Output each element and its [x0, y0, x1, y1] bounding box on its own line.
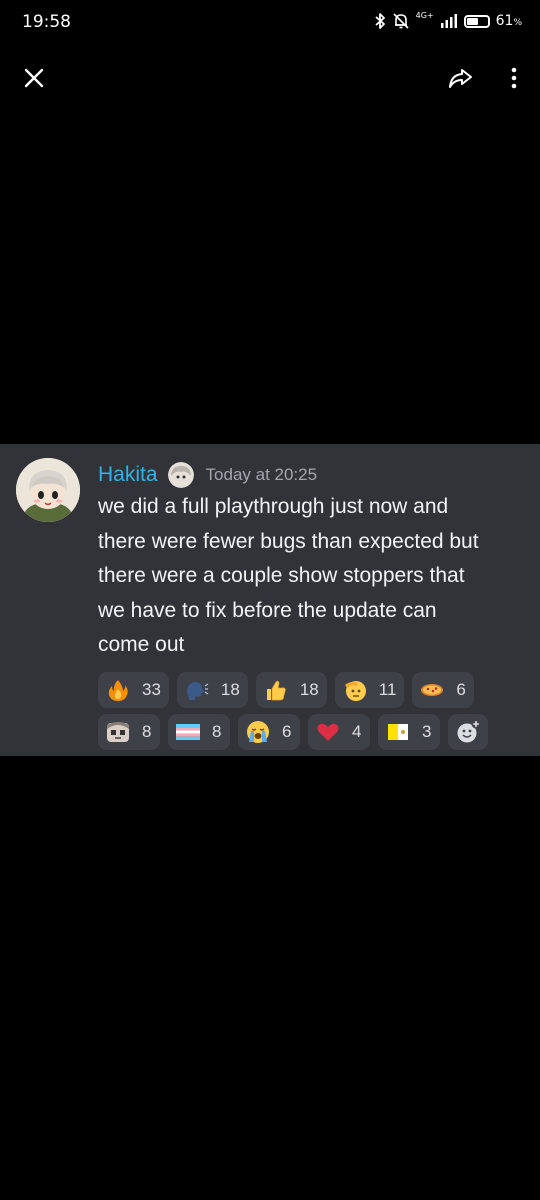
loudly-crying-face-emoji-icon: [246, 720, 270, 744]
reaction-count: 8: [142, 722, 152, 741]
share-button[interactable]: [446, 64, 474, 92]
user-avatar[interactable]: [16, 458, 80, 522]
add-reaction-icon: [457, 719, 481, 743]
saluting-face-emoji-icon: [343, 678, 367, 702]
reactions-row: 33 18 18 11 6: [98, 672, 534, 708]
red-heart-emoji-icon: [316, 720, 340, 744]
reaction-transgender-flag[interactable]: 8: [168, 714, 230, 750]
message-header: Hakita Today at 20:25: [98, 462, 317, 488]
reaction-count: 6: [282, 722, 292, 741]
close-button[interactable]: [20, 64, 48, 92]
status-icons: 4G+ 61%: [374, 12, 522, 30]
message-timestamp: Today at 20:25: [205, 465, 318, 484]
battery-icon: [463, 14, 490, 28]
more-vert-icon: [511, 67, 517, 89]
status-time: 19:58: [22, 12, 71, 32]
reaction-count: 11: [378, 680, 397, 699]
message-text: we did a full playthrough just now and t…: [98, 490, 530, 663]
reaction-count: 8: [212, 722, 222, 741]
network-type-label: 4G+: [415, 11, 434, 20]
reaction-loudly-crying[interactable]: 6: [238, 714, 300, 750]
reaction-pizza[interactable]: 6: [412, 672, 475, 708]
message-line: there were a couple show stoppers that: [98, 564, 465, 587]
message-line: we did a full playthrough just now and: [98, 495, 449, 518]
bluetooth-icon: [375, 13, 385, 29]
image-viewer-toolbar: [0, 56, 540, 100]
reaction-speaking-head[interactable]: 18: [176, 672, 248, 708]
reaction-custom-face[interactable]: 8: [98, 714, 160, 750]
reaction-count: 33: [142, 680, 161, 699]
reaction-saluting-face[interactable]: 11: [334, 672, 405, 708]
custom-face-emoji-icon: [106, 720, 130, 744]
reaction-vatican-flag[interactable]: 3: [378, 714, 440, 750]
more-options-button[interactable]: [504, 64, 524, 92]
transgender-flag-emoji-icon: [176, 720, 200, 744]
reaction-count: 18: [220, 680, 240, 699]
reaction-count: 4: [352, 722, 362, 741]
status-bar: 19:58 4G+ 61%: [0, 0, 540, 48]
reaction-thumbs-up[interactable]: 18: [255, 672, 327, 708]
message-line: we have to fix before the update can: [98, 598, 437, 622]
share-icon: [449, 69, 472, 88]
reaction-red-heart[interactable]: 4: [308, 714, 370, 750]
pizza-emoji-icon: [420, 678, 444, 702]
reaction-fire[interactable]: 33: [98, 672, 169, 708]
avatar-image: [16, 458, 80, 522]
user-badge-icon: [167, 462, 194, 488]
close-icon: [24, 68, 44, 88]
notifications-off-icon: [393, 13, 409, 29]
battery-percent: 61%: [495, 13, 522, 29]
add-reaction-button[interactable]: [448, 714, 488, 750]
reaction-count: 6: [456, 680, 466, 699]
reaction-count: 3: [422, 722, 432, 741]
battery-level-fill: [466, 17, 479, 25]
message-line: come out: [98, 633, 185, 656]
signal-icon: [440, 14, 457, 28]
reaction-count: 18: [299, 680, 319, 699]
speaking-head-emoji-icon: [185, 678, 209, 702]
reactions-bar: 33 18 18 11 6 8 8 6 4 3: [98, 672, 534, 756]
username[interactable]: Hakita: [98, 463, 158, 487]
fire-emoji-icon: [106, 678, 130, 702]
reactions-row: 8 8 6 4 3: [98, 714, 534, 750]
vatican-flag-emoji-icon: [386, 720, 410, 744]
thumbs-up-emoji-icon: [264, 678, 288, 702]
message-line: there were fewer bugs than expected but: [98, 529, 479, 553]
discord-message-card[interactable]: Hakita Today at 20:25 we did a full play…: [0, 444, 540, 756]
